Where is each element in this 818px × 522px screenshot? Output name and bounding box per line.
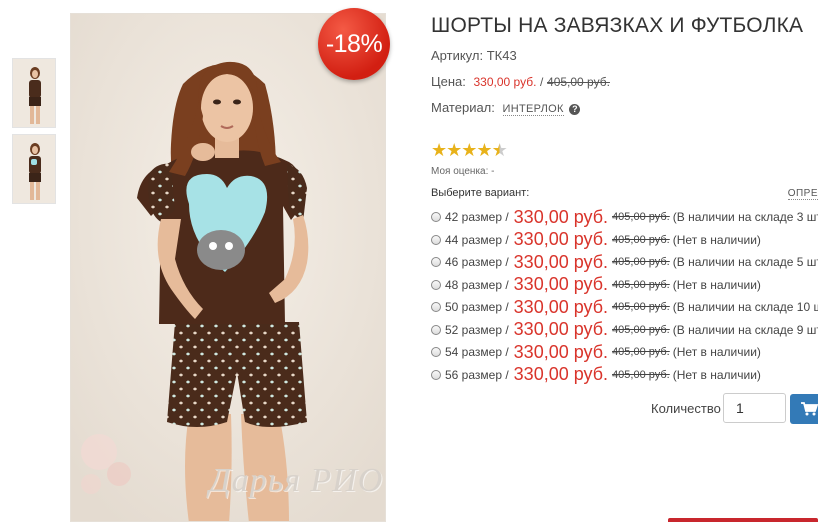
bottom-accent-bar bbox=[668, 518, 818, 522]
variant-old-price: 405,00 руб. bbox=[612, 323, 670, 336]
variant-price: 330,00 руб. bbox=[513, 206, 609, 227]
watermark-text: Дарья РИО bbox=[209, 462, 384, 499]
variant-stock: (В наличии на складе 9 шт.) bbox=[672, 322, 818, 337]
variant-size: 52 размер / bbox=[445, 322, 509, 337]
variant-radio[interactable] bbox=[431, 279, 441, 290]
variant-radio[interactable] bbox=[431, 302, 441, 313]
add-to-cart-button[interactable] bbox=[790, 394, 818, 424]
variant-option[interactable]: 54 размер / 330,00 руб. 405,00 руб. (Нет… bbox=[431, 341, 818, 364]
variant-stock: (В наличии на складе 5 шт.) bbox=[672, 255, 818, 270]
star-icon[interactable]: ★ bbox=[461, 140, 477, 160]
price-old: 405,00 руб. bbox=[547, 75, 610, 89]
thumbnail-list bbox=[12, 58, 56, 210]
variant-list: 42 размер / 330,00 руб. 405,00 руб. (В н… bbox=[431, 206, 818, 386]
variant-radio[interactable] bbox=[431, 212, 441, 223]
product-info: ШОРТЫ НА ЗАВЯЗКАХ И ФУТБОЛКА Артикул: ТК… bbox=[431, 14, 818, 384]
variant-label: Выберите вариант: bbox=[431, 187, 530, 199]
discount-badge: -18% bbox=[318, 8, 390, 80]
variant-radio[interactable] bbox=[431, 257, 441, 268]
variant-price: 330,00 руб. bbox=[513, 296, 609, 317]
variant-radio[interactable] bbox=[431, 347, 441, 358]
variant-old-price: 405,00 руб. bbox=[612, 233, 670, 246]
variant-stock: (Нет в наличии) bbox=[672, 277, 761, 292]
variant-option[interactable]: 46 размер / 330,00 руб. 405,00 руб. (В н… bbox=[431, 251, 818, 274]
half-star-icon[interactable]: ★ bbox=[492, 140, 508, 160]
variant-option[interactable]: 44 размер / 330,00 руб. 405,00 руб. (Нет… bbox=[431, 229, 818, 252]
variant-option[interactable]: 52 размер / 330,00 руб. 405,00 руб. (В н… bbox=[431, 319, 818, 342]
variant-option[interactable]: 42 размер / 330,00 руб. 405,00 руб. (В н… bbox=[431, 206, 818, 229]
variant-size: 54 размер / bbox=[445, 345, 509, 360]
article-label: Артикул: bbox=[431, 48, 484, 63]
variant-radio[interactable] bbox=[431, 369, 441, 380]
variant-old-price: 405,00 руб. bbox=[612, 256, 670, 269]
variant-old-price: 405,00 руб. bbox=[612, 301, 670, 314]
material-row: Материал: ИНТЕРЛОК ? bbox=[431, 100, 581, 116]
variant-header: Выберите вариант: ОПРЕ bbox=[431, 187, 818, 200]
variant-old-price: 405,00 руб. bbox=[612, 368, 670, 381]
price-separator: / bbox=[540, 75, 544, 89]
product-photo bbox=[71, 14, 385, 521]
variant-price: 330,00 руб. bbox=[513, 274, 609, 295]
quantity-input[interactable] bbox=[723, 393, 786, 423]
variant-price: 330,00 руб. bbox=[513, 364, 609, 385]
thumbnail-photo bbox=[29, 143, 41, 200]
star-icon[interactable]: ★ bbox=[431, 140, 447, 160]
price-row: Цена: 330,00 руб. / 405,00 руб. bbox=[431, 74, 610, 89]
variant-size: 46 размер / bbox=[445, 255, 509, 270]
variant-old-price: 405,00 руб. bbox=[612, 346, 670, 359]
variant-old-price: 405,00 руб. bbox=[612, 278, 670, 291]
price-new: 330,00 руб. bbox=[473, 75, 537, 89]
variant-price: 330,00 руб. bbox=[513, 229, 609, 250]
variant-option[interactable]: 48 размер / 330,00 руб. 405,00 руб. (Нет… bbox=[431, 274, 818, 297]
variant-stock: (Нет в наличии) bbox=[672, 367, 761, 382]
variant-size: 50 размер / bbox=[445, 300, 509, 315]
thumbnail-1[interactable] bbox=[12, 58, 56, 128]
article-value: ТК43 bbox=[486, 48, 517, 63]
define-size-link[interactable]: ОПРЕ bbox=[787, 188, 818, 200]
variant-size: 42 размер / bbox=[445, 210, 509, 225]
variant-stock: (В наличии на складе 3 шт.) bbox=[672, 210, 818, 225]
variant-price: 330,00 руб. bbox=[513, 319, 609, 340]
article-row: Артикул: ТК43 bbox=[431, 48, 517, 63]
thumbnail-photo bbox=[29, 67, 41, 124]
variant-size: 48 размер / bbox=[445, 277, 509, 292]
price-label: Цена: bbox=[431, 74, 466, 89]
question-icon[interactable]: ? bbox=[569, 104, 581, 115]
variant-size: 44 размер / bbox=[445, 232, 509, 247]
material-link[interactable]: ИНТЕРЛОК bbox=[502, 103, 564, 116]
material-label: Материал: bbox=[431, 100, 495, 115]
product-title: ШОРТЫ НА ЗАВЯЗКАХ И ФУТБОЛКА bbox=[431, 14, 804, 37]
product-main-image[interactable]: Дарья РИО bbox=[70, 13, 386, 522]
star-icon[interactable]: ★ bbox=[446, 140, 462, 160]
variant-price: 330,00 руб. bbox=[513, 341, 609, 362]
variant-stock: (Нет в наличии) bbox=[672, 232, 761, 247]
rating-stars[interactable]: ★★★★★ bbox=[431, 140, 508, 161]
variant-size: 56 размер / bbox=[445, 367, 509, 382]
variant-option[interactable]: 56 размер / 330,00 руб. 405,00 руб. (Нет… bbox=[431, 364, 818, 387]
variant-stock: (Нет в наличии) bbox=[672, 345, 761, 360]
variant-radio[interactable] bbox=[431, 324, 441, 335]
variant-price: 330,00 руб. bbox=[513, 251, 609, 272]
star-icon[interactable]: ★ bbox=[476, 140, 492, 160]
my-rating: Моя оценка: - bbox=[431, 166, 495, 177]
variant-radio[interactable] bbox=[431, 234, 441, 245]
quantity-label: Количество bbox=[651, 401, 721, 416]
variant-old-price: 405,00 руб. bbox=[612, 211, 670, 224]
variant-stock: (В наличии на складе 10 шт.) bbox=[672, 300, 818, 315]
cart-icon bbox=[801, 402, 818, 416]
variant-option[interactable]: 50 размер / 330,00 руб. 405,00 руб. (В н… bbox=[431, 296, 818, 319]
thumbnail-2[interactable] bbox=[12, 134, 56, 204]
